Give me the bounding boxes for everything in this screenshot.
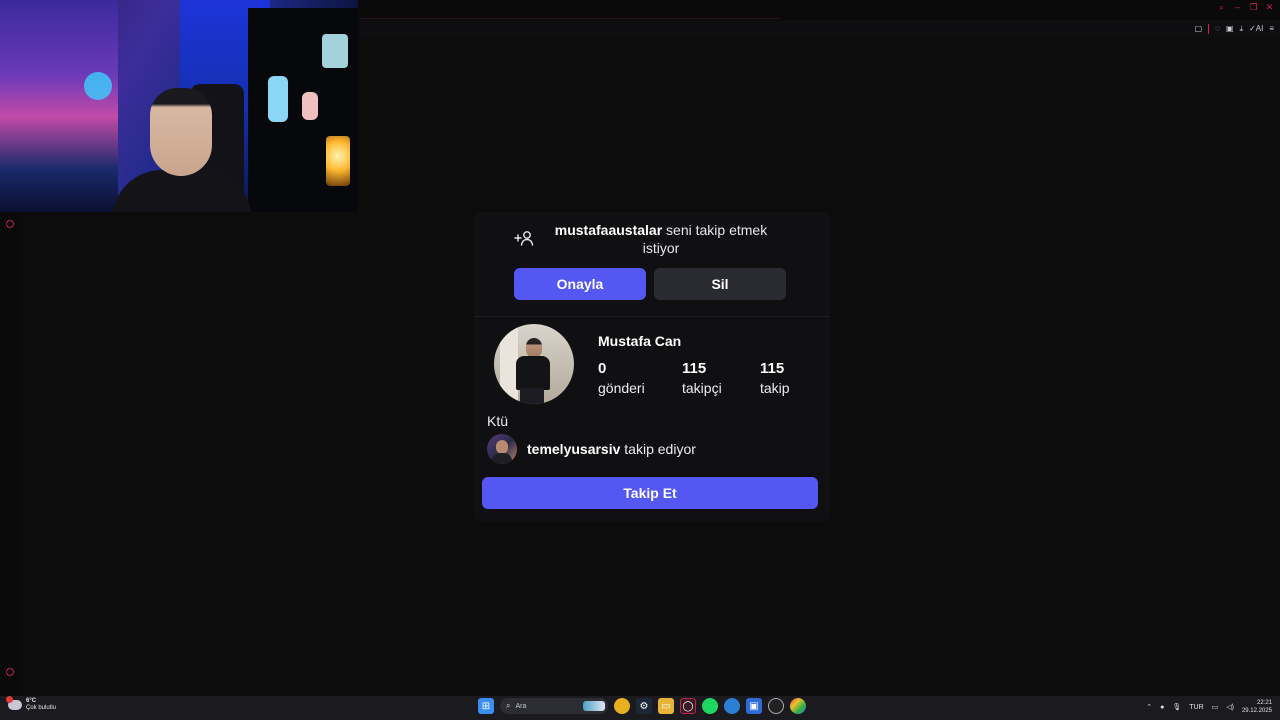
toolbar-separator (1208, 24, 1210, 34)
avatar-legs (520, 388, 544, 404)
settings-icon[interactable] (6, 668, 14, 676)
obs-icon[interactable] (768, 698, 784, 714)
profile-name: Mustafa Can (598, 333, 682, 349)
webcam-figure (268, 76, 288, 122)
opera-gx-icon[interactable]: ◯ (680, 698, 696, 714)
chat-icon[interactable]: ◌ (1215, 24, 1220, 34)
sidebar-rail (0, 212, 20, 696)
webcam-lamp (326, 136, 350, 186)
app-icon[interactable]: ▣ (746, 698, 762, 714)
webcam-overlay (0, 0, 358, 212)
follow-button[interactable]: Takip Et (482, 477, 818, 509)
wallet-icon[interactable]: ▣ (1226, 24, 1234, 34)
steam-icon[interactable]: ⚙ (636, 698, 652, 714)
stat-followers[interactable]: 115 takipçi (682, 360, 722, 398)
network-icon[interactable]: ▭ (1212, 703, 1219, 711)
browser-toolbar: ▢ ◌ ▣ ⤓ ✓AI ≡ (360, 20, 1280, 38)
weather-widget[interactable]: 6°C Çok bulutlu (6, 696, 56, 712)
stat-posts[interactable]: 0 gönderi (598, 360, 645, 398)
download-icon[interactable]: ⤓ (1240, 24, 1244, 34)
add-user-icon (514, 231, 534, 246)
webcam-figure (302, 92, 318, 120)
follow-request-text: mustafaaustalar seni takip etmek istiyor (545, 221, 777, 257)
stat-label: gönderi (598, 380, 645, 396)
search-icon[interactable]: ⌕ (1217, 3, 1226, 12)
request-username[interactable]: mustafaaustalar (555, 222, 662, 238)
stat-label: takip (760, 380, 790, 396)
search-icon: ⌕ (506, 701, 511, 710)
screen: ⌕ – ❐ ✕ ▢ ◌ ▣ ⤓ ✓AI ≡ mustafaaustalar se… (0, 0, 1280, 720)
chrome-icon[interactable] (614, 698, 630, 714)
delete-button[interactable]: Sil (654, 268, 786, 300)
clock-date: 29.12.2025 (1241, 708, 1272, 714)
weather-desc: Çok bulutlu (26, 705, 57, 711)
webcam-poster-sun (84, 72, 112, 100)
file-explorer-icon[interactable]: ▭ (658, 698, 674, 714)
taskbar-apps: ⊞ ⌕ Ara ⚙ ▭ ◯ ▣ (478, 698, 806, 714)
stat-label: takipçi (682, 380, 722, 396)
window-controls: ⌕ – ❐ ✕ (1217, 3, 1274, 12)
avatar[interactable] (494, 324, 574, 404)
close-icon[interactable]: ✕ (1265, 3, 1274, 12)
taskbar: 6°C Çok bulutlu ⊞ ⌕ Ara ⚙ ▭ ◯ ▣ ⌃ ● 🎙 TU… (0, 696, 1280, 720)
stat-value: 115 (682, 360, 707, 377)
screenshot-icon[interactable]: ▢ (1195, 24, 1203, 34)
webcam-city-poster (0, 0, 118, 212)
webcam-person-head (150, 88, 212, 176)
minimize-icon[interactable]: – (1233, 3, 1242, 12)
request-message: seni takip etmek istiyor (642, 222, 768, 256)
volume-icon[interactable]: ◁) (1226, 703, 1234, 711)
divider (474, 316, 830, 317)
system-tray: ⌃ ● 🎙 TUR ▭ ◁) 22:21 29.12.2025 (1146, 699, 1272, 715)
mutual-avatar-body (492, 453, 512, 464)
mutual-avatar-head (496, 440, 508, 454)
spotify-icon[interactable] (702, 698, 718, 714)
stat-value: 115 (760, 360, 785, 377)
language-indicator[interactable]: TUR (1189, 704, 1203, 711)
mutual-label: takip ediyor (624, 441, 696, 457)
stat-value: 0 (598, 360, 607, 377)
chrome-canary-icon[interactable] (790, 698, 806, 714)
search-highlight-art (583, 701, 605, 711)
mutual-username[interactable]: temelyusarsiv (527, 441, 620, 457)
avatar-head (526, 338, 542, 358)
avatar-torso (516, 356, 550, 390)
windows-start-icon[interactable]: ⊞ (478, 698, 494, 714)
profile-bio: Ktü (487, 413, 509, 429)
cloud-icon (6, 696, 22, 710)
ai-icon[interactable]: ✓AI (1249, 24, 1263, 34)
webcam-figure (322, 34, 348, 68)
weather-temp: 6°C (26, 698, 37, 704)
restore-icon[interactable]: ❐ (1249, 3, 1258, 12)
toolbar-icons: ▢ ◌ ▣ ⤓ ✓AI ≡ (1195, 24, 1274, 34)
security-icon[interactable]: ● (1160, 704, 1164, 711)
clock[interactable]: 22:21 29.12.2025 (1242, 699, 1272, 715)
microphone-icon[interactable]: 🎙 (1172, 703, 1181, 711)
search-placeholder: Ara (515, 702, 527, 710)
weather-text: 6°C Çok bulutlu (26, 698, 56, 712)
edge-icon[interactable] (724, 698, 740, 714)
mutual-avatar[interactable] (487, 434, 517, 464)
tab-strip-line (360, 18, 780, 19)
menu-icon[interactable]: ≡ (1269, 24, 1274, 34)
taskbar-search[interactable]: ⌕ Ara (500, 698, 608, 714)
chevron-up-icon[interactable]: ⌃ (1146, 703, 1152, 711)
mutual-follower-text: temelyusarsiv takip ediyor (527, 441, 696, 457)
stat-following[interactable]: 115 takip (760, 360, 790, 398)
approve-button[interactable]: Onayla (514, 268, 646, 300)
settings-icon[interactable] (6, 220, 14, 228)
notification-badge (6, 696, 13, 703)
clock-time: 22:21 (1256, 700, 1272, 706)
